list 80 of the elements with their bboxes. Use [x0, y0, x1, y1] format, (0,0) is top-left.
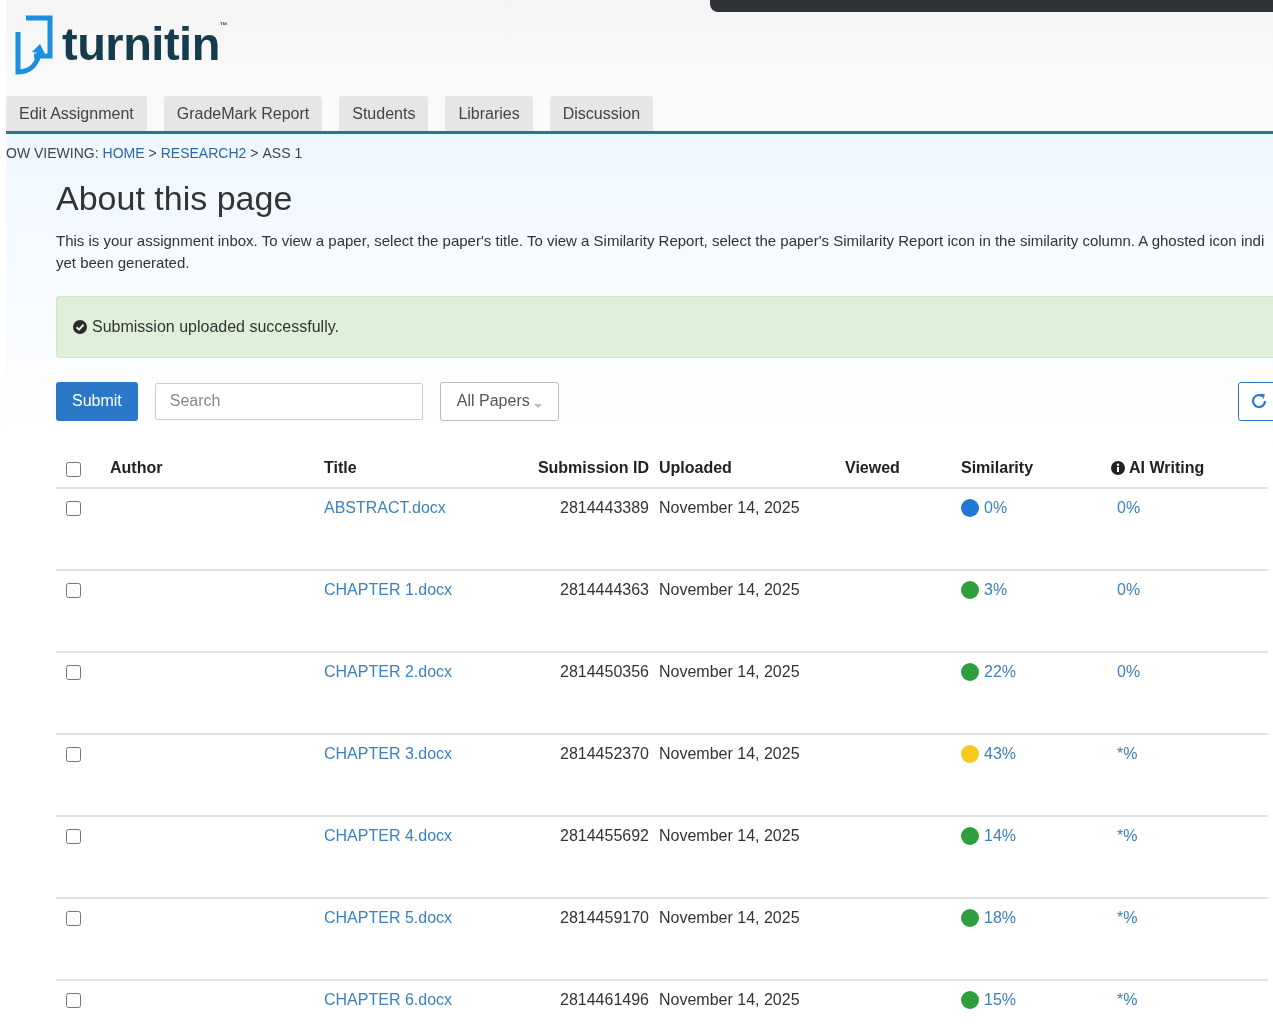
page-description: This is your assignment inbox. To view a paper, select the paper's title. To view a Similarity Report, select the paper's Similarity Report icon in the similarity column. A ghosted icon indi yet been generated.: [56, 231, 1266, 273]
similarity-score: 15%: [984, 991, 1017, 1009]
similarity-link[interactable]: 0%: [961, 499, 1008, 517]
row-checkbox[interactable]: [66, 583, 81, 598]
column-header: Uploaded: [659, 459, 733, 477]
paper-title-link[interactable]: CHAPTER 6.docx: [324, 991, 453, 1009]
tab[interactable]: Libraries: [445, 96, 533, 131]
similarity-link[interactable]: 15%: [961, 991, 1017, 1009]
search-field[interactable]: Search: [154, 382, 423, 420]
submit-button[interactable]: Submit: [56, 381, 138, 421]
paper-title-link[interactable]: CHAPTER 2.docx: [324, 663, 453, 681]
similarity-link[interactable]: 43%: [961, 745, 1017, 763]
refresh-button[interactable]: [1238, 381, 1273, 421]
breadcrumb-separator: >: [148, 145, 157, 161]
submission-id-cell-text: 2814459170: [559, 909, 650, 927]
paper-title-link[interactable]: CHAPTER 1.docx: [324, 581, 453, 599]
column-header: Title: [324, 459, 358, 477]
page-heading: About this page: [56, 178, 294, 218]
similarity-score: 18%: [984, 909, 1017, 927]
similarity-score: 3%: [984, 581, 1008, 599]
paper-title-link[interactable]: CHAPTER 5.docx: [324, 909, 453, 927]
row-checkbox[interactable]: [66, 993, 81, 1008]
breadcrumb-current: ASS 1: [262, 145, 303, 161]
ai-writing-link[interactable]: 0%: [1117, 499, 1141, 517]
ai-writing-link[interactable]: 0%: [1117, 663, 1141, 681]
similarity-link[interactable]: 22%: [961, 663, 1017, 681]
column-header: Submission ID: [536, 459, 650, 477]
tab[interactable]: Students: [339, 96, 429, 131]
refresh-icon: [1250, 392, 1268, 410]
select-all-checkbox[interactable]: [66, 461, 81, 477]
breadcrumb-separator: >: [250, 145, 259, 161]
similarity-score: 43%: [984, 745, 1017, 763]
submission-id-cell-text: 2814450356: [559, 663, 650, 681]
submission-id-cell-text: 2814452370: [559, 745, 650, 763]
ai-writing-link[interactable]: *%: [1117, 745, 1138, 763]
uploaded-date-cell-text: November 14, 2025: [659, 663, 801, 681]
similarity-link[interactable]: 14%: [961, 827, 1017, 845]
info-icon: [1111, 461, 1125, 475]
submission-id-cell-text: 2814443389: [559, 499, 650, 517]
row-checkbox[interactable]: [66, 665, 81, 680]
paper-filter-dropdown[interactable]: All Papers: [439, 381, 559, 421]
row-checkbox[interactable]: [66, 911, 81, 926]
row-checkbox[interactable]: [66, 747, 81, 762]
breadcrumb-label: OW VIEWING:: [6, 145, 99, 161]
paper-title-link[interactable]: CHAPTER 4.docx: [324, 827, 453, 845]
tab[interactable]: Discussion: [549, 96, 654, 131]
caret-icon: [533, 403, 542, 409]
uploaded-date-cell-text: November 14, 2025: [659, 827, 801, 845]
column-header: Similarity: [961, 459, 1035, 477]
uploaded-date-cell-text: November 14, 2025: [659, 909, 801, 927]
breadcrumb-link[interactable]: HOME: [102, 145, 145, 161]
similarity-score: 22%: [984, 663, 1017, 681]
similarity-score: 0%: [984, 499, 1008, 517]
tab[interactable]: Edit Assignment: [6, 96, 147, 131]
ai-writing-link[interactable]: *%: [1117, 909, 1138, 927]
row-checkbox[interactable]: [66, 501, 81, 516]
submission-id-cell-text: 2814444363: [559, 581, 650, 599]
uploaded-date-cell-text: November 14, 2025: [659, 499, 801, 517]
logo-text: turnitin™: [62, 16, 228, 72]
alert-message: Submission uploaded successfully.: [92, 318, 339, 336]
submission-id-cell-text: 2814461496: [559, 991, 650, 1009]
column-header-text: AI Writing: [1129, 459, 1205, 477]
ai-writing-link[interactable]: *%: [1117, 991, 1138, 1009]
column-header: Viewed: [845, 459, 901, 477]
column-header: Author: [110, 459, 164, 477]
paper-title-link[interactable]: CHAPTER 3.docx: [324, 745, 453, 763]
similarity-link[interactable]: 18%: [961, 909, 1017, 927]
tab[interactable]: GradeMark Report: [163, 96, 323, 131]
uploaded-date-cell-text: November 14, 2025: [659, 991, 801, 1009]
uploaded-date-cell-text: November 14, 2025: [659, 745, 801, 763]
check-circle-icon: [73, 320, 87, 334]
ai-writing-link[interactable]: 0%: [1117, 581, 1141, 599]
ai-writing-link[interactable]: *%: [1117, 827, 1138, 845]
row-checkbox[interactable]: [66, 829, 81, 844]
similarity-score: 14%: [984, 827, 1017, 845]
uploaded-date-cell-text: November 14, 2025: [659, 581, 801, 599]
paper-title-link[interactable]: ABSTRACT.docx: [324, 499, 446, 517]
breadcrumb-link[interactable]: RESEARCH2: [160, 145, 247, 161]
similarity-link[interactable]: 3%: [961, 581, 1008, 599]
submission-id-cell-text: 2814455692: [559, 827, 650, 845]
